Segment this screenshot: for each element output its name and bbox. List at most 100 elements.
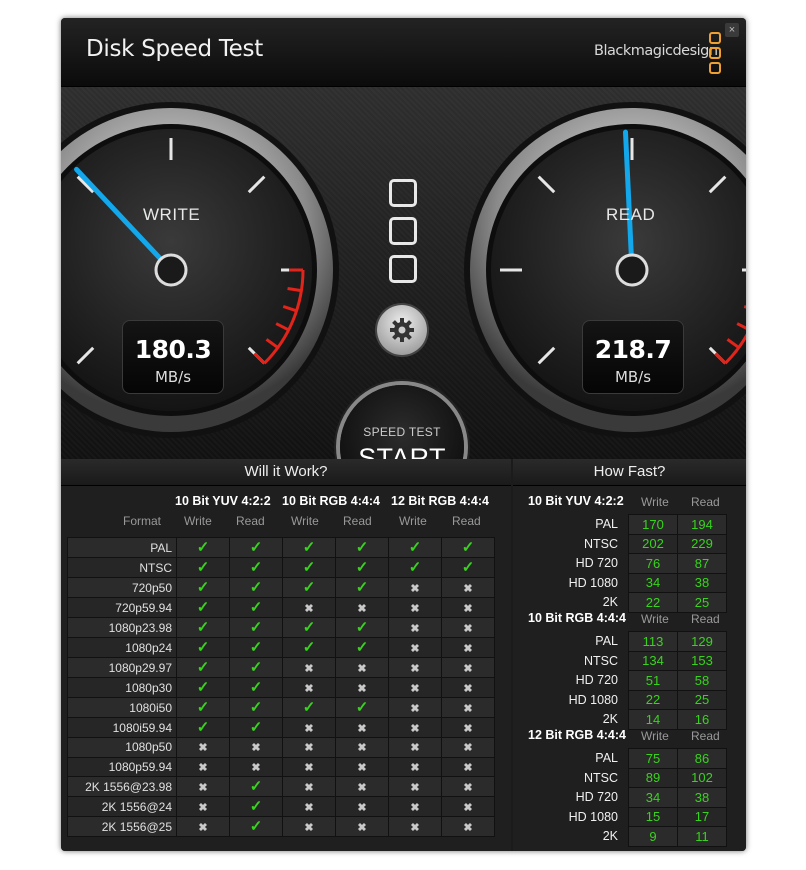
cross-icon: ✖ — [410, 682, 420, 695]
check-icon: ✓ — [302, 559, 316, 576]
support-cell: ✖ — [335, 657, 389, 678]
read-fps-value: 16 — [677, 709, 727, 730]
check-icon: ✓ — [196, 559, 210, 576]
cross-icon: ✖ — [463, 801, 473, 814]
write-subheading: Write — [291, 514, 319, 528]
table-row: 1080p50 ✖ ✖ ✖ ✖ ✖ ✖ — [67, 737, 495, 758]
resolution-label: NTSC — [583, 653, 618, 668]
support-cell: ✓ — [388, 537, 442, 558]
resolution-label: HD 720 — [575, 790, 618, 805]
support-cell: ✖ — [388, 796, 442, 817]
check-icon: ✓ — [355, 559, 369, 576]
support-cell: ✓ — [282, 697, 336, 718]
support-cell: ✓ — [335, 537, 389, 558]
support-cell: ✖ — [388, 816, 442, 837]
write-gauge-label: WRITE — [143, 205, 201, 224]
close-button[interactable]: × — [725, 23, 739, 37]
support-cell: ✓ — [229, 537, 283, 558]
cross-icon: ✖ — [357, 602, 367, 615]
cross-icon: ✖ — [198, 781, 208, 794]
cross-icon: ✖ — [357, 801, 367, 814]
support-cell: ✓ — [176, 637, 230, 658]
how-fast-group-heading: 12 Bit RGB 4:4:4 — [528, 728, 626, 742]
resolution-label: HD 1080 — [568, 692, 618, 707]
support-cell: ✓ — [282, 577, 336, 598]
check-icon: ✓ — [249, 559, 263, 576]
check-icon: ✓ — [408, 539, 422, 556]
resolution-label: 2K — [602, 712, 618, 727]
check-icon: ✓ — [355, 619, 369, 636]
support-cell: ✖ — [335, 756, 389, 777]
cross-icon: ✖ — [410, 722, 420, 735]
cross-icon: ✖ — [304, 742, 314, 755]
support-cell: ✓ — [229, 776, 283, 797]
check-icon: ✓ — [249, 599, 263, 616]
cross-icon: ✖ — [463, 821, 473, 834]
check-icon: ✓ — [249, 818, 263, 835]
resolution-label: 2K — [602, 829, 618, 844]
read-speed-unit: MB/s — [614, 368, 652, 386]
app-title: Disk Speed Test — [86, 36, 263, 62]
support-cell: ✖ — [176, 737, 230, 758]
cross-icon: ✖ — [463, 702, 473, 715]
format-label: 1080i50 — [67, 697, 177, 718]
check-icon: ✓ — [249, 619, 263, 636]
write-fps-value: 202 — [628, 533, 678, 554]
write-subheading: Write — [184, 514, 212, 528]
format-label: 2K 1556@23.98 — [67, 776, 177, 797]
support-cell: ✖ — [388, 657, 442, 678]
read-subheading: Read — [691, 729, 720, 743]
cross-icon: ✖ — [304, 801, 314, 814]
support-cell: ✖ — [282, 657, 336, 678]
resolution-label: HD 1080 — [568, 575, 618, 590]
title-bar[interactable]: Disk Speed Test Blackmagicdesign × — [61, 18, 746, 87]
support-cell: ✖ — [441, 756, 495, 777]
support-cell: ✖ — [388, 637, 442, 658]
check-icon: ✓ — [249, 798, 263, 815]
cross-icon: ✖ — [357, 742, 367, 755]
support-cell: ✖ — [176, 776, 230, 797]
gear-icon — [390, 318, 414, 342]
settings-button[interactable] — [377, 305, 427, 355]
write-fps-value: 76 — [628, 553, 678, 574]
check-icon: ✓ — [461, 539, 475, 556]
blackmagic-logo-icon — [709, 32, 723, 76]
support-cell: ✖ — [388, 717, 442, 738]
check-icon: ✓ — [355, 639, 369, 656]
support-cell: ✖ — [229, 756, 283, 777]
how-fast-table: PAL 170 194 NTSC 202 229 HD 720 76 87 HD 1080 34 38… — [563, 514, 727, 613]
format-label: NTSC — [67, 557, 177, 578]
cross-icon: ✖ — [463, 781, 473, 794]
table-row: 1080i59.94 ✓ ✓ ✖ ✖ ✖ ✖ — [67, 717, 495, 738]
read-fps-value: 25 — [677, 689, 727, 710]
check-icon: ✓ — [302, 619, 316, 636]
check-icon: ✓ — [196, 699, 210, 716]
table-row: HD 720 51 58 — [563, 670, 727, 691]
support-cell: ✖ — [282, 816, 336, 837]
support-cell: ✓ — [282, 557, 336, 578]
cross-icon: ✖ — [463, 622, 473, 635]
how-fast-table: PAL 113 129 NTSC 134 153 HD 720 51 58 HD 1080 22 25… — [563, 631, 727, 730]
support-cell: ✖ — [335, 737, 389, 758]
table-row: 2K 22 25 — [563, 592, 727, 613]
support-cell: ✖ — [441, 617, 495, 638]
cross-icon: ✖ — [304, 761, 314, 774]
support-cell: ✓ — [229, 816, 283, 837]
cross-icon: ✖ — [410, 582, 420, 595]
write-readout: 180.3 MB/s — [122, 320, 224, 394]
write-speed-value: 180.3 — [134, 335, 212, 364]
check-icon: ✓ — [196, 679, 210, 696]
support-cell: ✓ — [335, 557, 389, 578]
read-fps-value: 58 — [677, 670, 727, 691]
cross-icon: ✖ — [251, 742, 261, 755]
write-fps-value: 34 — [628, 572, 678, 593]
cross-icon: ✖ — [304, 821, 314, 834]
support-cell: ✖ — [441, 796, 495, 817]
read-readout: 218.7 MB/s — [582, 320, 684, 394]
cross-icon: ✖ — [410, 821, 420, 834]
check-icon: ✓ — [302, 699, 316, 716]
write-fps-value: 14 — [628, 709, 678, 730]
will-it-work-title: Will it Work? — [61, 459, 511, 486]
check-icon: ✓ — [355, 539, 369, 556]
format-label: 1080p23.98 — [67, 617, 177, 638]
